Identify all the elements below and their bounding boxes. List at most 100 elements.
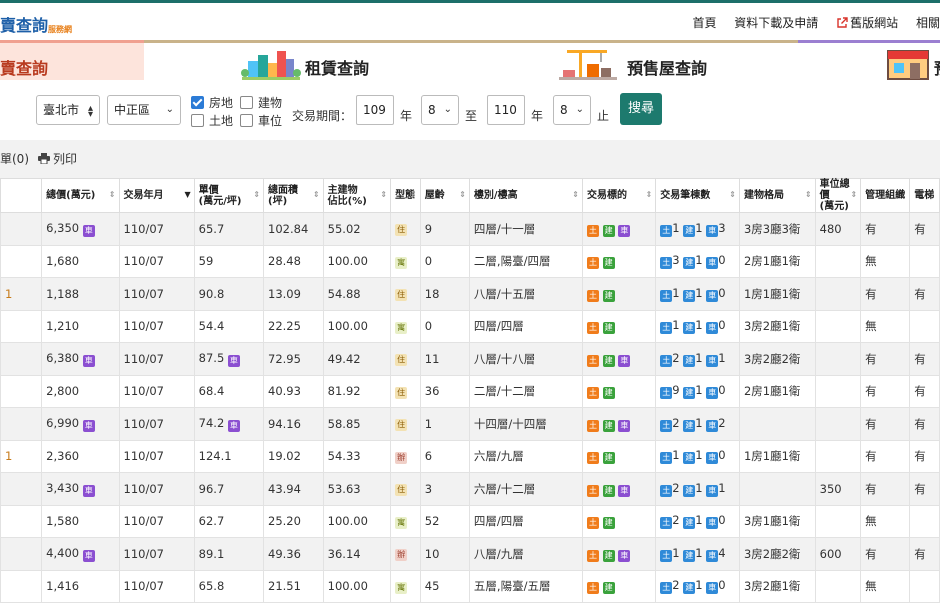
cell-layout: 3房2廳1衛 — [738, 309, 816, 343]
column-header-label: 交易筆棟數 — [660, 190, 711, 201]
checkbox-building[interactable] — [240, 96, 253, 109]
column-header-building-age[interactable]: 屋齡 ⇕ — [419, 178, 470, 213]
column-header-trade-target[interactable]: 交易標的 ⇕ — [581, 178, 657, 213]
end-year-input[interactable]: 110 — [487, 95, 525, 125]
main-ratio-value: 100.00 — [327, 254, 368, 269]
total-area-value: 40.93 — [268, 384, 301, 399]
sort-icon[interactable]: ⇕ — [410, 189, 417, 200]
column-header-lead[interactable] — [0, 178, 43, 213]
unit-price-value: 74.2 — [198, 415, 225, 430]
column-header-building-type[interactable]: 型態 ⇕ — [390, 178, 421, 213]
city-select[interactable]: 臺北市 ▴ ▾ — [36, 95, 100, 125]
sort-icon[interactable]: ⇕ — [729, 189, 736, 200]
table-row[interactable]: 1,680 110/07 59 28.48 100.00 寓 0 二層,陽臺/四層土 建土3 … — [0, 244, 940, 278]
parking-badge: 車 — [82, 354, 95, 367]
land-count: 2 — [672, 578, 680, 593]
sort-icon[interactable]: ⇕ — [572, 189, 579, 200]
sort-icon[interactable]: ⇕ — [109, 189, 116, 200]
sort-icon[interactable]: ⇕ — [850, 189, 857, 200]
nav-related-link[interactable]: 相關 — [916, 16, 940, 30]
district-select[interactable]: 中正區 ⌄ — [107, 95, 181, 125]
start-year-input[interactable]: 109 — [356, 95, 394, 125]
table-row[interactable]: 1 1,188 110/07 90.8 13.09 54.88 住 18 八層/十五層土 建土1… — [0, 277, 940, 311]
cell-unit-price: 65.7 — [193, 212, 265, 246]
cell-trade-target: 土 建 車 — [581, 342, 657, 376]
cell-floor: 八層/十八層 — [468, 342, 584, 376]
elevator-value: 有 — [914, 286, 926, 301]
table-row[interactable]: 2,800 110/07 68.4 40.93 81.92 住 36 二層/十二層土 建土9 … — [0, 374, 940, 408]
sort-icon[interactable]: ▼ — [185, 189, 191, 200]
list-count-button[interactable]: 單(0) — [0, 150, 29, 167]
land-target-badge: 土 — [587, 517, 599, 530]
search-button[interactable]: 搜尋 — [620, 93, 662, 125]
table-row[interactable]: 3,430 車 110/07 96.7 43.94 53.63 住 3 六層/十二層土 建 車… — [0, 472, 940, 506]
building-count: 1 — [695, 480, 703, 495]
start-month-select[interactable]: 8 ⌄ — [421, 95, 459, 125]
table-row[interactable]: 4,400 車 110/07 89.1 49.36 36.14 辦 10 八層/九層土 建 車… — [0, 537, 940, 571]
tab-presale[interactable]: 預售屋查詢 — [471, 40, 798, 81]
column-header-management[interactable]: 管理組織 — [860, 178, 911, 213]
table-row[interactable]: 1,416 110/07 65.8 21.51 100.00 寓 45 五層,陽臺/五層 土 建… — [0, 569, 940, 603]
column-header-parking-price[interactable]: 車位總價 (萬元) ⇕ — [814, 178, 862, 213]
nav-home-link[interactable]: 首頁 — [692, 16, 716, 30]
building-count: 1 — [695, 415, 703, 430]
table-row[interactable]: 6,380 車 110/07 87.5 車 72.95 49.42 住 11 八層/十八層土 … — [0, 342, 940, 376]
unit-price-value: 65.8 — [198, 579, 225, 594]
print-button[interactable]: 列印 — [38, 150, 77, 167]
table-row[interactable]: 1 2,360 110/07 124.1 19.02 54.33 辦 6 六層/九層土 建土1 … — [0, 439, 940, 473]
cell-trade-count: 土2 建1 車0 — [655, 569, 740, 603]
building-age-value: 36 — [424, 384, 440, 399]
building-age-value: 0 — [424, 319, 433, 334]
building-target-badge: 建 — [602, 419, 615, 432]
nav-old-site-link[interactable]: 舊版網站 — [836, 16, 898, 30]
sort-icon[interactable]: ⇕ — [313, 189, 320, 200]
cell-layout: 2房1廳1衛 — [738, 244, 816, 278]
tab-rent[interactable]: 租賃查詢 — [144, 40, 471, 81]
total-area-value: 72.95 — [268, 351, 301, 366]
column-header-label: 管理組織 — [865, 190, 906, 201]
tab-more[interactable]: 預 — [798, 40, 940, 80]
to-label: 至 — [465, 109, 478, 123]
checkbox-parking[interactable] — [240, 114, 253, 127]
column-header-floor[interactable]: 樓別/樓高 ⇕ — [468, 178, 584, 213]
end-year-unit: 年 — [531, 109, 544, 123]
sort-icon[interactable]: ⇕ — [646, 189, 653, 200]
building-count-badge: 建 — [683, 354, 696, 367]
parking-count-badge: 車 — [706, 517, 719, 530]
land-count: 1 — [672, 220, 680, 235]
sort-icon[interactable]: ⇕ — [459, 189, 466, 200]
table-row[interactable]: 6,350 車 110/07 65.7 102.84 55.02 住 9 四層/十一層土 建 … — [0, 212, 940, 246]
column-header-elevator[interactable]: 電梯 — [909, 178, 940, 213]
management-value: 無 — [865, 254, 877, 269]
end-month-select[interactable]: 8 ⌄ — [553, 95, 591, 125]
column-header-total-area[interactable]: 總面積 (坪) ⇕ — [263, 178, 324, 213]
column-header-unit-price[interactable]: 單價 (萬元/坪) ⇕ — [193, 178, 265, 213]
column-header-label: 主建物 — [327, 184, 358, 196]
tab-sale[interactable]: 賣查詢 — [0, 40, 144, 80]
site-logo[interactable]: 賣查詢服務網 — [0, 12, 72, 36]
land-target-badge: 土 — [587, 387, 599, 400]
land-count-badge: 土 — [660, 549, 673, 562]
sort-icon[interactable]: ⇕ — [253, 189, 260, 200]
nav-download-link[interactable]: 資料下載及申請 — [734, 16, 818, 30]
table-row[interactable]: 6,990 車 110/07 74.2 車 94.16 58.85 住 1 十四層/十四層土 … — [0, 407, 940, 441]
column-header-main-ratio[interactable]: 主建物 佔比(%) ⇕ — [322, 178, 392, 213]
checkbox-land[interactable] — [191, 114, 204, 127]
end-month-value: 8 — [560, 103, 568, 117]
column-header-layout[interactable]: 建物格局 ⇕ — [738, 178, 816, 213]
total-area-value: 49.36 — [268, 546, 301, 561]
building-age-value: 11 — [424, 351, 440, 366]
floor-value: 十四層/十四層 — [473, 416, 547, 431]
column-header-trade-date[interactable]: 交易年月 ▼ — [118, 178, 195, 213]
sort-icon[interactable]: ⇕ — [805, 189, 812, 200]
building-type-badge: 住 — [395, 386, 408, 399]
sort-icon[interactable]: ⇕ — [380, 189, 387, 200]
column-header-trade-count[interactable]: 交易筆棟數 ⇕ — [655, 178, 740, 213]
table-row[interactable]: 1,580 110/07 62.7 25.20 100.00 寓 52 四層/四層土 建土2 … — [0, 504, 940, 538]
cell-trade-date: 110/07 — [118, 212, 195, 246]
table-row[interactable]: 1,210 110/07 54.4 22.25 100.00 寓 0 四層/四層土 建土1 建… — [0, 309, 940, 343]
land-count: 2 — [672, 513, 680, 528]
building-count: 1 — [695, 318, 703, 333]
column-header-total-price[interactable]: 總價(萬元) ⇕ — [41, 178, 120, 213]
checkbox-house-land[interactable] — [191, 96, 204, 109]
